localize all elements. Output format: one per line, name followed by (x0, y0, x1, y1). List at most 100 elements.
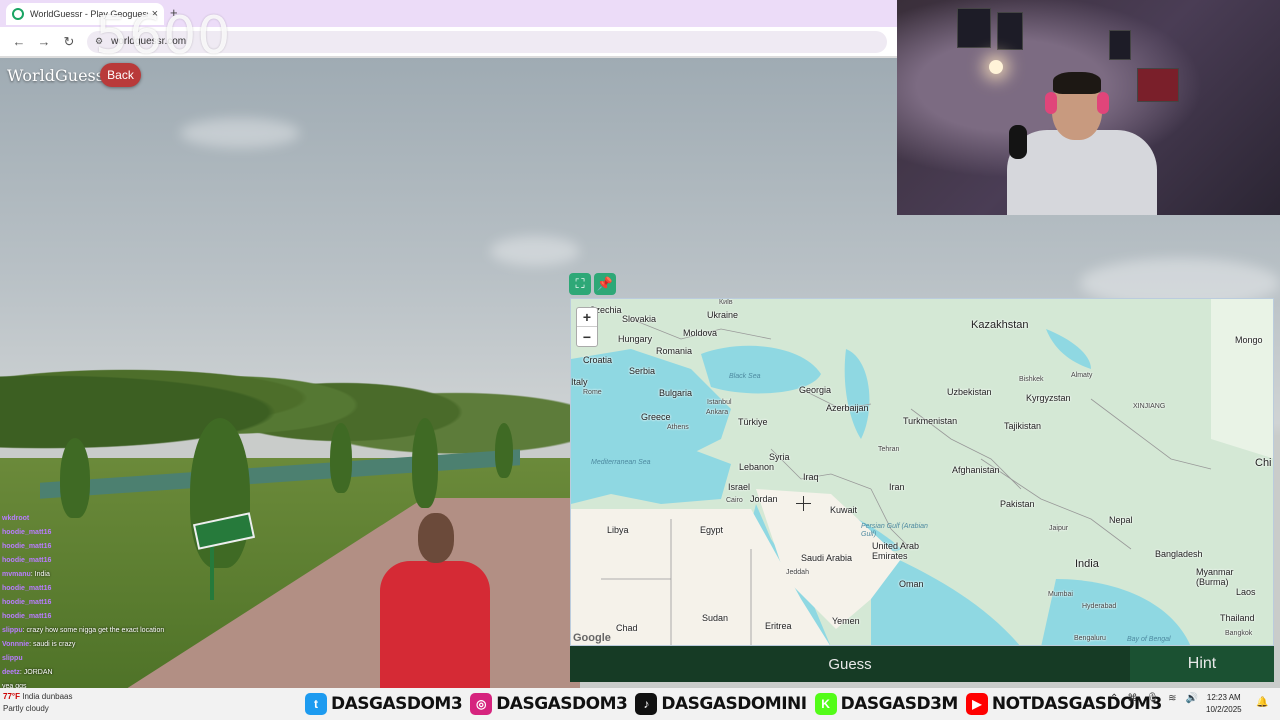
social-handles: t DASGASDOM3 ◎ DASGASDOM3 ♪ DASGASDOMINI K DASG… (305, 690, 1170, 718)
chat-message: slippu (2, 652, 217, 666)
map-label-azerbaijan: Azerbaijan (826, 403, 869, 413)
map-label-libya: Libya (607, 525, 629, 535)
google-attribution: Google (573, 632, 611, 644)
map-city-hyderabad: Hyderabad (1082, 603, 1117, 610)
chat-message: hoodie_matt16 (2, 596, 217, 610)
guess-button[interactable]: Guess (570, 646, 1130, 682)
map-zoom-control: + − (576, 307, 598, 347)
microphone-tray-icon[interactable]: 🎙 (1146, 693, 1159, 704)
zoom-in-button[interactable]: + (577, 308, 597, 327)
red-shirt (380, 561, 490, 688)
chat-username[interactable]: hoodie_matt16 (2, 543, 51, 550)
map-cursor-crosshair-icon (796, 496, 811, 511)
stream-chat: wkdroot hoodie_matt16 hoodie_matt16 hoodie_… (2, 512, 217, 694)
cloud (490, 236, 580, 266)
map-label-italy: Italy (571, 377, 588, 387)
chat-username[interactable]: hoodie_matt16 (2, 599, 51, 606)
chat-username[interactable]: deetz (2, 669, 20, 676)
chat-message: hoodie_matt16 (2, 610, 217, 624)
hint-button[interactable]: Hint (1130, 646, 1274, 682)
chat-message: mvmanu: India (2, 568, 217, 582)
kick-icon: K (814, 693, 837, 715)
chat-username[interactable]: hoodie_matt16 (2, 613, 51, 620)
chat-text: : India (30, 571, 50, 578)
guess-bar: Guess Hint (570, 646, 1274, 682)
map-label-syria: Syria (769, 452, 790, 462)
map-label-yemen: Yemen (832, 616, 860, 626)
worldguessr-logo: WorldGuessr (7, 66, 112, 85)
map-label-israel: Israel (728, 482, 751, 492)
chat-message: slippu: crazy how some nigga get the exa… (2, 624, 217, 638)
chat-username[interactable]: Vonnnie (2, 641, 29, 648)
cloud (180, 118, 300, 148)
map-label-black-sea: Black Sea (729, 373, 761, 380)
map-label-croatia: Croatia (583, 355, 613, 365)
chat-message: hoodie_matt16 (2, 540, 217, 554)
score-overlay: 5600 (95, 6, 232, 66)
map-city-jaipur: Jaipur (1049, 525, 1069, 532)
clock-time: 12:23 AM (1206, 693, 1241, 702)
chevron-up-icon[interactable]: ⌃ (1110, 693, 1118, 704)
zoom-out-button[interactable]: − (577, 327, 597, 346)
social-handle-label: DASGASD3M (840, 694, 959, 714)
chat-text: : crazy how some nigga get the exact loc… (22, 627, 165, 634)
map-label-oman: Oman (899, 579, 924, 589)
chat-username[interactable]: slippu (2, 655, 23, 662)
map-label-nepal: Nepal (1109, 515, 1133, 525)
map-label-ukraine: Ukraine (707, 310, 739, 320)
tiktok-icon: ♪ (635, 693, 658, 715)
chat-username[interactable]: mvmanu (2, 571, 31, 578)
lamp-light (989, 60, 1003, 74)
fullscreen-icon[interactable]: ⛶ (569, 273, 591, 295)
blurred-face (418, 513, 454, 563)
map-label-kyrgyzstan: Kyrgyzstan (1026, 393, 1071, 403)
wall-poster (997, 12, 1023, 50)
forward-arrow-icon[interactable]: → (33, 31, 55, 53)
social-handle: ♪ DASGASDOMINI (635, 693, 807, 715)
map-city-rome: Rome (583, 389, 602, 396)
back-button[interactable]: Back (100, 63, 141, 87)
cypress-tree (495, 423, 513, 478)
map-label-china: Chi (1255, 457, 1272, 469)
volume-icon[interactable]: 🔊 (1185, 693, 1197, 704)
map-city-athens: Athens (667, 424, 689, 431)
chat-username[interactable]: hoodie_matt16 (2, 529, 51, 536)
guess-map[interactable]: Kazakhstan Ukraine Slovakia Hungary Mold… (570, 298, 1274, 646)
microphone-icon (1009, 125, 1027, 159)
headphone-icon (1097, 92, 1109, 114)
map-city-kyiv: Київ (719, 299, 733, 306)
map-label-kazakhstan: Kazakhstan (971, 319, 1029, 331)
wall-poster (1109, 30, 1131, 60)
map-label-iran: Iran (889, 482, 905, 492)
reload-icon[interactable]: ↻ (58, 31, 80, 53)
streamer-webcam (897, 0, 1280, 215)
social-handle: t DASGASDOM3 (305, 693, 463, 715)
map-label-serbia: Serbia (629, 366, 656, 376)
weather-widget[interactable]: 77°F India dunbaas Partly cloudy (3, 691, 72, 715)
network-icon[interactable]: ⌘ (1127, 693, 1137, 704)
notification-bell-icon[interactable]: 🔔 (1256, 697, 1268, 708)
social-handle-label: DASGASDOM3 (496, 694, 628, 714)
chat-username[interactable]: hoodie_matt16 (2, 557, 51, 564)
map-city-tehran: Tehran (878, 446, 900, 453)
blurred-person (380, 513, 490, 688)
pin-icon[interactable]: 📌 (594, 273, 616, 295)
map-label-bangladesh: Bangladesh (1155, 549, 1203, 559)
map-label-saudi-arabia: Saudi Arabia (801, 553, 853, 563)
chat-message: hoodie_matt16 (2, 554, 217, 568)
taskbar-clock[interactable]: 12:23 AM 10/2/2025 (1206, 692, 1242, 716)
map-label-egypt: Egypt (700, 525, 724, 535)
back-arrow-icon[interactable]: ← (8, 31, 30, 53)
map-city-ankara: Ankara (706, 409, 729, 416)
chat-username[interactable]: slippu (2, 627, 23, 634)
map-label-turkiye: Türkiye (738, 417, 768, 427)
wifi-icon[interactable]: ≋ (1168, 693, 1176, 704)
map-label-slovakia: Slovakia (622, 314, 657, 324)
flag-poster (1137, 68, 1179, 102)
chat-username[interactable]: hoodie_matt16 (2, 585, 51, 592)
map-label-persian-gulf: Persian Gulf (Arabian Gulf) (861, 523, 928, 538)
chat-username[interactable]: wkdroot (2, 515, 29, 522)
map-label-chad: Chad (616, 623, 638, 633)
social-handle-label: DASGASDOM3 (331, 694, 463, 714)
social-handle-label: DASGASDOMINI (661, 694, 807, 714)
